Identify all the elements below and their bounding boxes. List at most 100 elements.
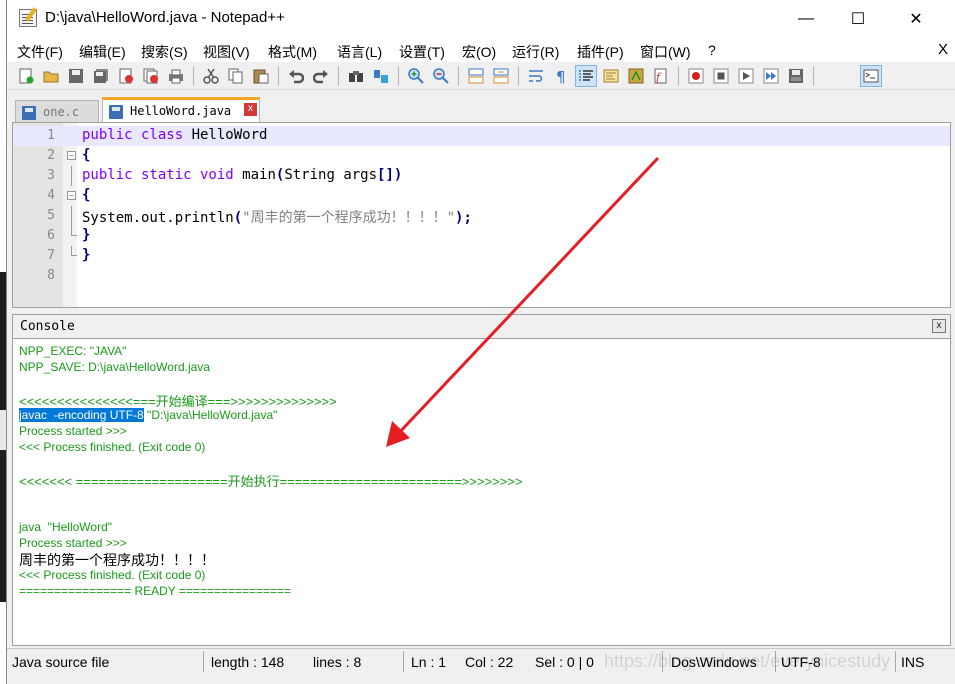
console-line: Process started >>> (19, 536, 127, 550)
cut-icon[interactable] (200, 65, 222, 87)
code-editor[interactable]: 1 public class HelloWord 2 − { 3 public … (12, 122, 951, 308)
zoom-in-icon[interactable] (405, 65, 427, 87)
paste-icon[interactable] (250, 65, 272, 87)
console-title: Console (20, 319, 75, 334)
record-macro-icon[interactable] (685, 65, 707, 87)
line-number: 5 (47, 208, 55, 223)
code-text: { (82, 187, 90, 203)
word-wrap-icon[interactable] (525, 65, 547, 87)
menu-run[interactable]: 运行(R) (512, 42, 559, 62)
tab-helloword-java[interactable]: HelloWord.java x (102, 97, 260, 122)
toolbar-separator (813, 66, 814, 86)
line-number: 2 (47, 148, 55, 163)
status-encoding: UTF-8 (781, 654, 821, 670)
close-all-icon[interactable] (140, 65, 162, 87)
show-all-chars-icon[interactable]: ¶ (550, 65, 572, 87)
sync-horizontal-icon[interactable] (490, 65, 512, 87)
fold-collapse-icon[interactable]: − (67, 191, 76, 200)
tab-label: HelloWord.java (130, 104, 232, 118)
menu-file[interactable]: 文件(F) (17, 42, 63, 62)
line-number: 4 (47, 188, 55, 203)
code-text: public class HelloWord (82, 127, 267, 143)
status-file-type: Java source file (12, 654, 110, 670)
toolbar-separator (458, 66, 459, 86)
function-list-icon[interactable] (625, 65, 647, 87)
menu-view[interactable]: 视图(V) (203, 42, 250, 62)
identifier: String args (284, 167, 378, 183)
window-title: D:\java\HelloWord.java - Notepad++ (45, 9, 285, 26)
program-output: 周丰的第一个程序成功！！！！ (19, 553, 215, 569)
open-file-icon[interactable] (40, 65, 62, 87)
maximize-button[interactable]: ☐ (829, 0, 887, 38)
toolbar-separator (278, 66, 279, 86)
save-all-icon[interactable] (90, 65, 112, 87)
toolbar: ¶ f (7, 62, 955, 90)
sync-vertical-icon[interactable] (465, 65, 487, 87)
undo-icon[interactable] (285, 65, 307, 87)
play-macro-icon[interactable] (735, 65, 757, 87)
menu-settings[interactable]: 设置(T) (399, 42, 445, 62)
status-selection: Sel : 0 | 0 (535, 654, 594, 670)
saved-file-icon (109, 105, 123, 119)
console-line: <<<<<<< ====================开始执行========… (19, 474, 523, 489)
code-line: 1 public class HelloWord (13, 126, 950, 146)
menu-edit[interactable]: 编辑(E) (79, 42, 126, 62)
operator: ( (233, 210, 243, 226)
console-line: NPP_SAVE: D:\java\HelloWord.java (19, 360, 210, 374)
operator: { (82, 187, 91, 203)
menu-language[interactable]: 语言(L) (337, 42, 382, 62)
menu-format[interactable]: 格式(M) (268, 42, 317, 62)
find-icon[interactable] (345, 65, 367, 87)
stop-macro-icon[interactable] (710, 65, 732, 87)
tab-bar: one.c HelloWord.java x (7, 92, 955, 122)
tab-one-c[interactable]: one.c (15, 100, 99, 122)
indent-guide-icon[interactable] (575, 65, 597, 87)
menu-plugins[interactable]: 插件(P) (577, 42, 624, 62)
status-insert-mode: INS (901, 654, 925, 670)
zoom-out-icon[interactable] (430, 65, 452, 87)
status-separator (895, 651, 896, 672)
status-separator (403, 651, 404, 672)
toolbar-separator (398, 66, 399, 86)
operator: } (82, 227, 91, 243)
code-text: System.out.println("周丰的第一个程序成功！！！！"); (82, 207, 472, 227)
identifier: main (242, 167, 276, 183)
replace-icon[interactable] (370, 65, 392, 87)
console-icon[interactable] (860, 65, 882, 87)
minimize-button[interactable]: — (777, 0, 835, 38)
redo-icon[interactable] (310, 65, 332, 87)
console-close-button[interactable]: x (932, 319, 946, 333)
fold-line (71, 166, 72, 186)
menu-macro[interactable]: 宏(O) (462, 42, 496, 62)
close-icon[interactable] (115, 65, 137, 87)
run-macro-multiple-icon[interactable] (760, 65, 782, 87)
document-map-icon[interactable] (600, 65, 622, 87)
line-number: 7 (47, 248, 55, 263)
save-icon[interactable] (65, 65, 87, 87)
status-separator (662, 651, 663, 672)
code-line: 8 (13, 266, 950, 286)
print-icon[interactable] (165, 65, 187, 87)
menu-help[interactable]: ? (708, 42, 716, 58)
identifier: HelloWord (191, 127, 268, 143)
console-line-rest: "D:\java\HelloWord.java" (143, 408, 278, 422)
code-line: 7 } (13, 246, 950, 266)
saved-file-icon (22, 106, 36, 120)
close-window-button[interactable]: ✕ (887, 0, 945, 38)
menu-search[interactable]: 搜索(S) (141, 42, 188, 62)
keyword: public class (82, 127, 192, 143)
save-macro-icon[interactable] (785, 65, 807, 87)
console-line: NPP_EXEC: "JAVA" (19, 344, 127, 358)
tab-close-button[interactable]: x (244, 103, 257, 116)
close-document-button[interactable]: X (938, 41, 948, 58)
console-line: javac -encoding UTF-8 "D:\java\HelloWord… (19, 408, 277, 422)
toolbar-separator (338, 66, 339, 86)
fold-collapse-icon[interactable]: − (67, 151, 76, 160)
code-text: } (82, 247, 90, 263)
new-file-icon[interactable] (15, 65, 37, 87)
keyword: public static void (82, 167, 243, 183)
folder-workspace-icon[interactable]: f (650, 65, 672, 87)
console-output[interactable]: NPP_EXEC: "JAVA" NPP_SAVE: D:\java\Hello… (12, 338, 951, 646)
copy-icon[interactable] (225, 65, 247, 87)
menu-window[interactable]: 窗口(W) (640, 42, 691, 62)
